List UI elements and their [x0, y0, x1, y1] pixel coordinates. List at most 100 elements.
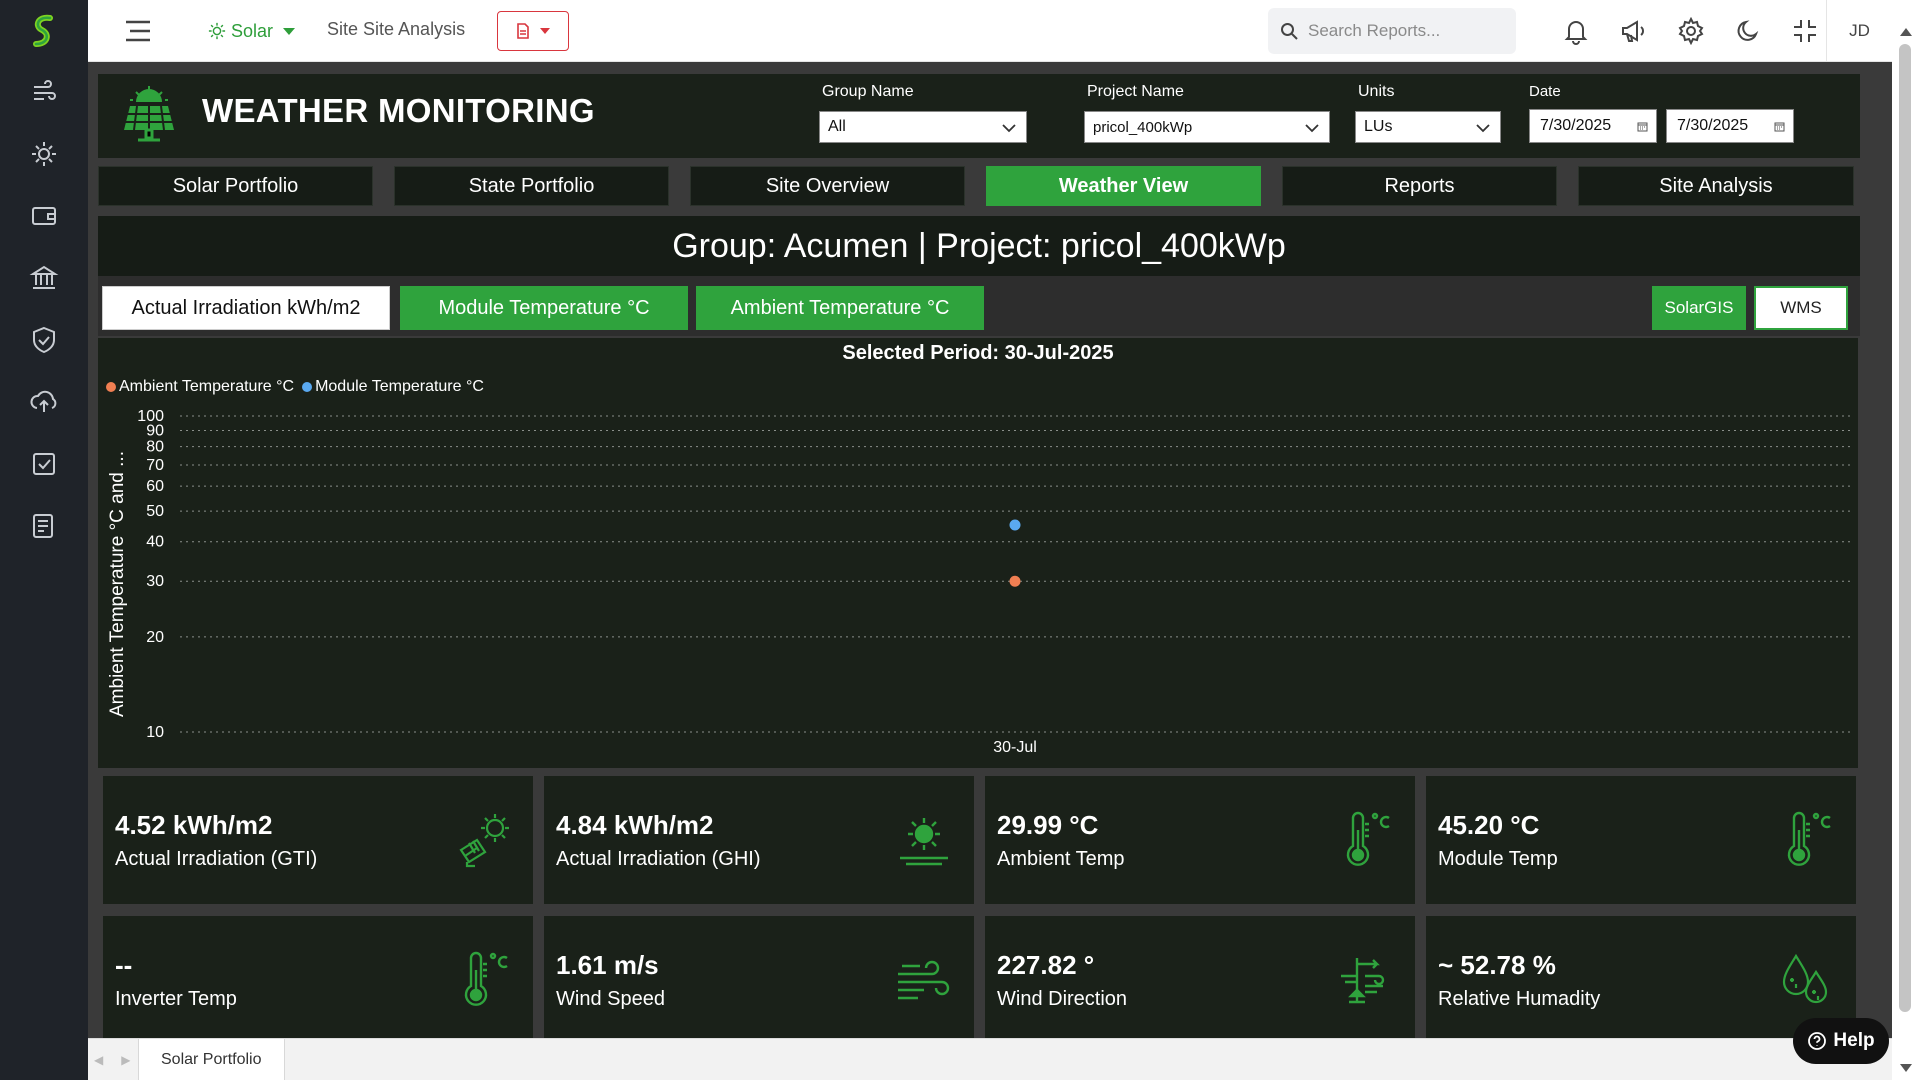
- dashboard-header: WEATHER MONITORING Group Name All Projec…: [98, 74, 1860, 158]
- solargis-source-button[interactable]: SolarGIS: [1652, 286, 1746, 330]
- bell-icon[interactable]: [1562, 17, 1590, 45]
- kpi-card-relative-humidity: ~ 52.78 % Relative Humadity: [1426, 916, 1856, 1044]
- scroll-up-icon[interactable]: [1900, 28, 1912, 36]
- page-scrollbar[interactable]: [1892, 0, 1920, 1080]
- temperature-chart-panel: Selected Period: 30-Jul-2025 Ambient Tem…: [98, 338, 1858, 768]
- tab-reports[interactable]: Reports: [1282, 166, 1557, 206]
- y-tick-label: 20: [146, 629, 164, 646]
- chevron-down-icon: [1305, 124, 1319, 133]
- tab-weather-view[interactable]: Weather View: [986, 166, 1261, 206]
- y-tick-label: 50: [146, 503, 164, 520]
- wind-direction-icon: [1341, 958, 1385, 1004]
- kpi-value: 227.82 °: [997, 950, 1095, 980]
- irradiation-toggle-button[interactable]: Actual Irradiation kWh/m2: [102, 286, 390, 330]
- kpi-label: Module Temp: [1438, 848, 1558, 870]
- module-temp-toggle-button[interactable]: Module Temperature °C: [400, 286, 688, 330]
- kpi-card-wind-speed: 1.61 m/s Wind Speed: [544, 916, 974, 1044]
- kpi-value: 29.99 °C: [997, 810, 1099, 840]
- y-tick-label: 70: [146, 457, 164, 474]
- group-project-banner: Group: Acumen | Project: pricol_400kWp: [98, 216, 1860, 276]
- tab-solar-portfolio[interactable]: Solar Portfolio: [98, 166, 373, 206]
- help-label: Help: [1833, 1030, 1875, 1051]
- units-value: LUs: [1364, 118, 1393, 135]
- menu-toggle-icon[interactable]: [124, 18, 152, 44]
- solar-panel-sun-icon: [459, 814, 509, 868]
- calendar-icon: [1637, 122, 1648, 132]
- breadcrumb-page-link[interactable]: Site Site Analysis: [327, 19, 465, 40]
- left-rail: [0, 0, 88, 1080]
- view-tabs: Solar Portfolio State Portfolio Site Ove…: [98, 166, 1860, 206]
- tab-scroll-left-icon[interactable]: ◀: [94, 1053, 103, 1067]
- group-name-label: Group Name: [822, 83, 914, 100]
- app-logo-icon[interactable]: [28, 12, 60, 52]
- chevron-down-icon: [540, 28, 550, 34]
- ambient-temp-toggle-button[interactable]: Ambient Temperature °C: [696, 286, 984, 330]
- report-export-button[interactable]: [497, 11, 569, 51]
- y-tick-label: 60: [146, 478, 164, 495]
- exit-fullscreen-icon[interactable]: [1791, 17, 1819, 45]
- bank-icon[interactable]: [28, 262, 60, 294]
- kpi-card-ambient-temp: 29.99 °C Ambient Temp: [985, 776, 1415, 904]
- y-tick-label: 90: [146, 422, 164, 439]
- project-name-select[interactable]: pricol_400kWp: [1084, 111, 1330, 143]
- top-bar: Solar Site Site Analysis JD: [88, 0, 1892, 62]
- scroll-down-icon[interactable]: [1900, 1064, 1912, 1072]
- y-axis-label: Ambient Temperature °C and ...: [107, 451, 128, 717]
- cloud-upload-icon[interactable]: [28, 386, 60, 418]
- date-label: Date: [1529, 83, 1561, 100]
- search-input[interactable]: [1308, 21, 1498, 41]
- sun-horizon-icon: [900, 818, 948, 866]
- kpi-label: Wind Speed: [556, 988, 665, 1010]
- moon-icon[interactable]: [1734, 17, 1762, 45]
- chevron-down-icon: [283, 27, 296, 35]
- kpi-label: Inverter Temp: [115, 988, 237, 1010]
- help-button[interactable]: Help: [1793, 1018, 1889, 1064]
- project-name-label: Project Name: [1087, 83, 1184, 100]
- question-circle-icon: [1808, 1032, 1827, 1050]
- gear-icon[interactable]: [1677, 17, 1705, 45]
- kpi-value: --: [115, 950, 133, 980]
- open-tab-solar-portfolio[interactable]: Solar Portfolio: [138, 1039, 285, 1080]
- y-tick-label: 80: [146, 439, 164, 456]
- kpi-label: Ambient Temp: [997, 848, 1125, 870]
- wms-source-button[interactable]: WMS: [1754, 286, 1848, 330]
- megaphone-icon[interactable]: [1619, 17, 1647, 45]
- humidity-drops-icon: [1782, 953, 1828, 1004]
- group-name-select[interactable]: All: [819, 111, 1027, 143]
- wind-icon: [898, 960, 950, 1000]
- project-name-value: pricol_400kWp: [1093, 118, 1193, 136]
- page-title: WEATHER MONITORING: [202, 92, 595, 129]
- bottom-tab-strip: ◀ ▶ Solar Portfolio: [88, 1038, 1892, 1080]
- tab-site-analysis[interactable]: Site Analysis: [1578, 166, 1854, 206]
- user-avatar[interactable]: JD: [1826, 0, 1892, 62]
- kpi-card-gti: 4.52 kWh/m2 Actual Irradiation (GTI): [103, 776, 533, 904]
- tab-scroll-right-icon[interactable]: ▶: [121, 1053, 130, 1067]
- sun-icon[interactable]: [28, 138, 60, 170]
- kpi-value: ~ 52.78 %: [1438, 950, 1556, 980]
- chevron-down-icon: [1476, 124, 1490, 133]
- tab-state-portfolio[interactable]: State Portfolio: [394, 166, 669, 206]
- date-from-input[interactable]: 7/30/2025: [1529, 109, 1657, 143]
- shield-check-icon[interactable]: [28, 324, 60, 356]
- report-list-icon[interactable]: [28, 510, 60, 542]
- y-tick-label: 40: [146, 534, 164, 551]
- temperature-scatter-chart: 10 20 30 40 50 60 708090100 30-Jul Ambient Tempe…: [107, 408, 1850, 756]
- kpi-label: Actual Irradiation (GHI): [556, 848, 761, 870]
- scrollbar-thumb[interactable]: [1899, 44, 1911, 1012]
- units-select[interactable]: LUs: [1355, 111, 1501, 143]
- metric-toggle-row: Actual Irradiation kWh/m2 Module Tempera…: [98, 276, 1860, 336]
- wind-turbine-icon[interactable]: [28, 76, 60, 108]
- kpi-value: 4.84 kWh/m2: [556, 810, 714, 840]
- tab-site-overview[interactable]: Site Overview: [690, 166, 965, 206]
- wallet-icon[interactable]: [28, 200, 60, 232]
- module-dropdown[interactable]: Solar: [208, 18, 296, 44]
- document-icon: [517, 23, 529, 39]
- data-point-module: [1009, 519, 1021, 531]
- units-label: Units: [1358, 83, 1395, 100]
- y-tick-label: 30: [146, 573, 164, 590]
- calendar-icon: [1774, 122, 1785, 132]
- date-to-input[interactable]: 7/30/2025: [1666, 109, 1794, 143]
- search-icon: [1281, 23, 1298, 40]
- kpi-card-ghi: 4.84 kWh/m2 Actual Irradiation (GHI): [544, 776, 974, 904]
- checkbox-icon[interactable]: [28, 448, 60, 480]
